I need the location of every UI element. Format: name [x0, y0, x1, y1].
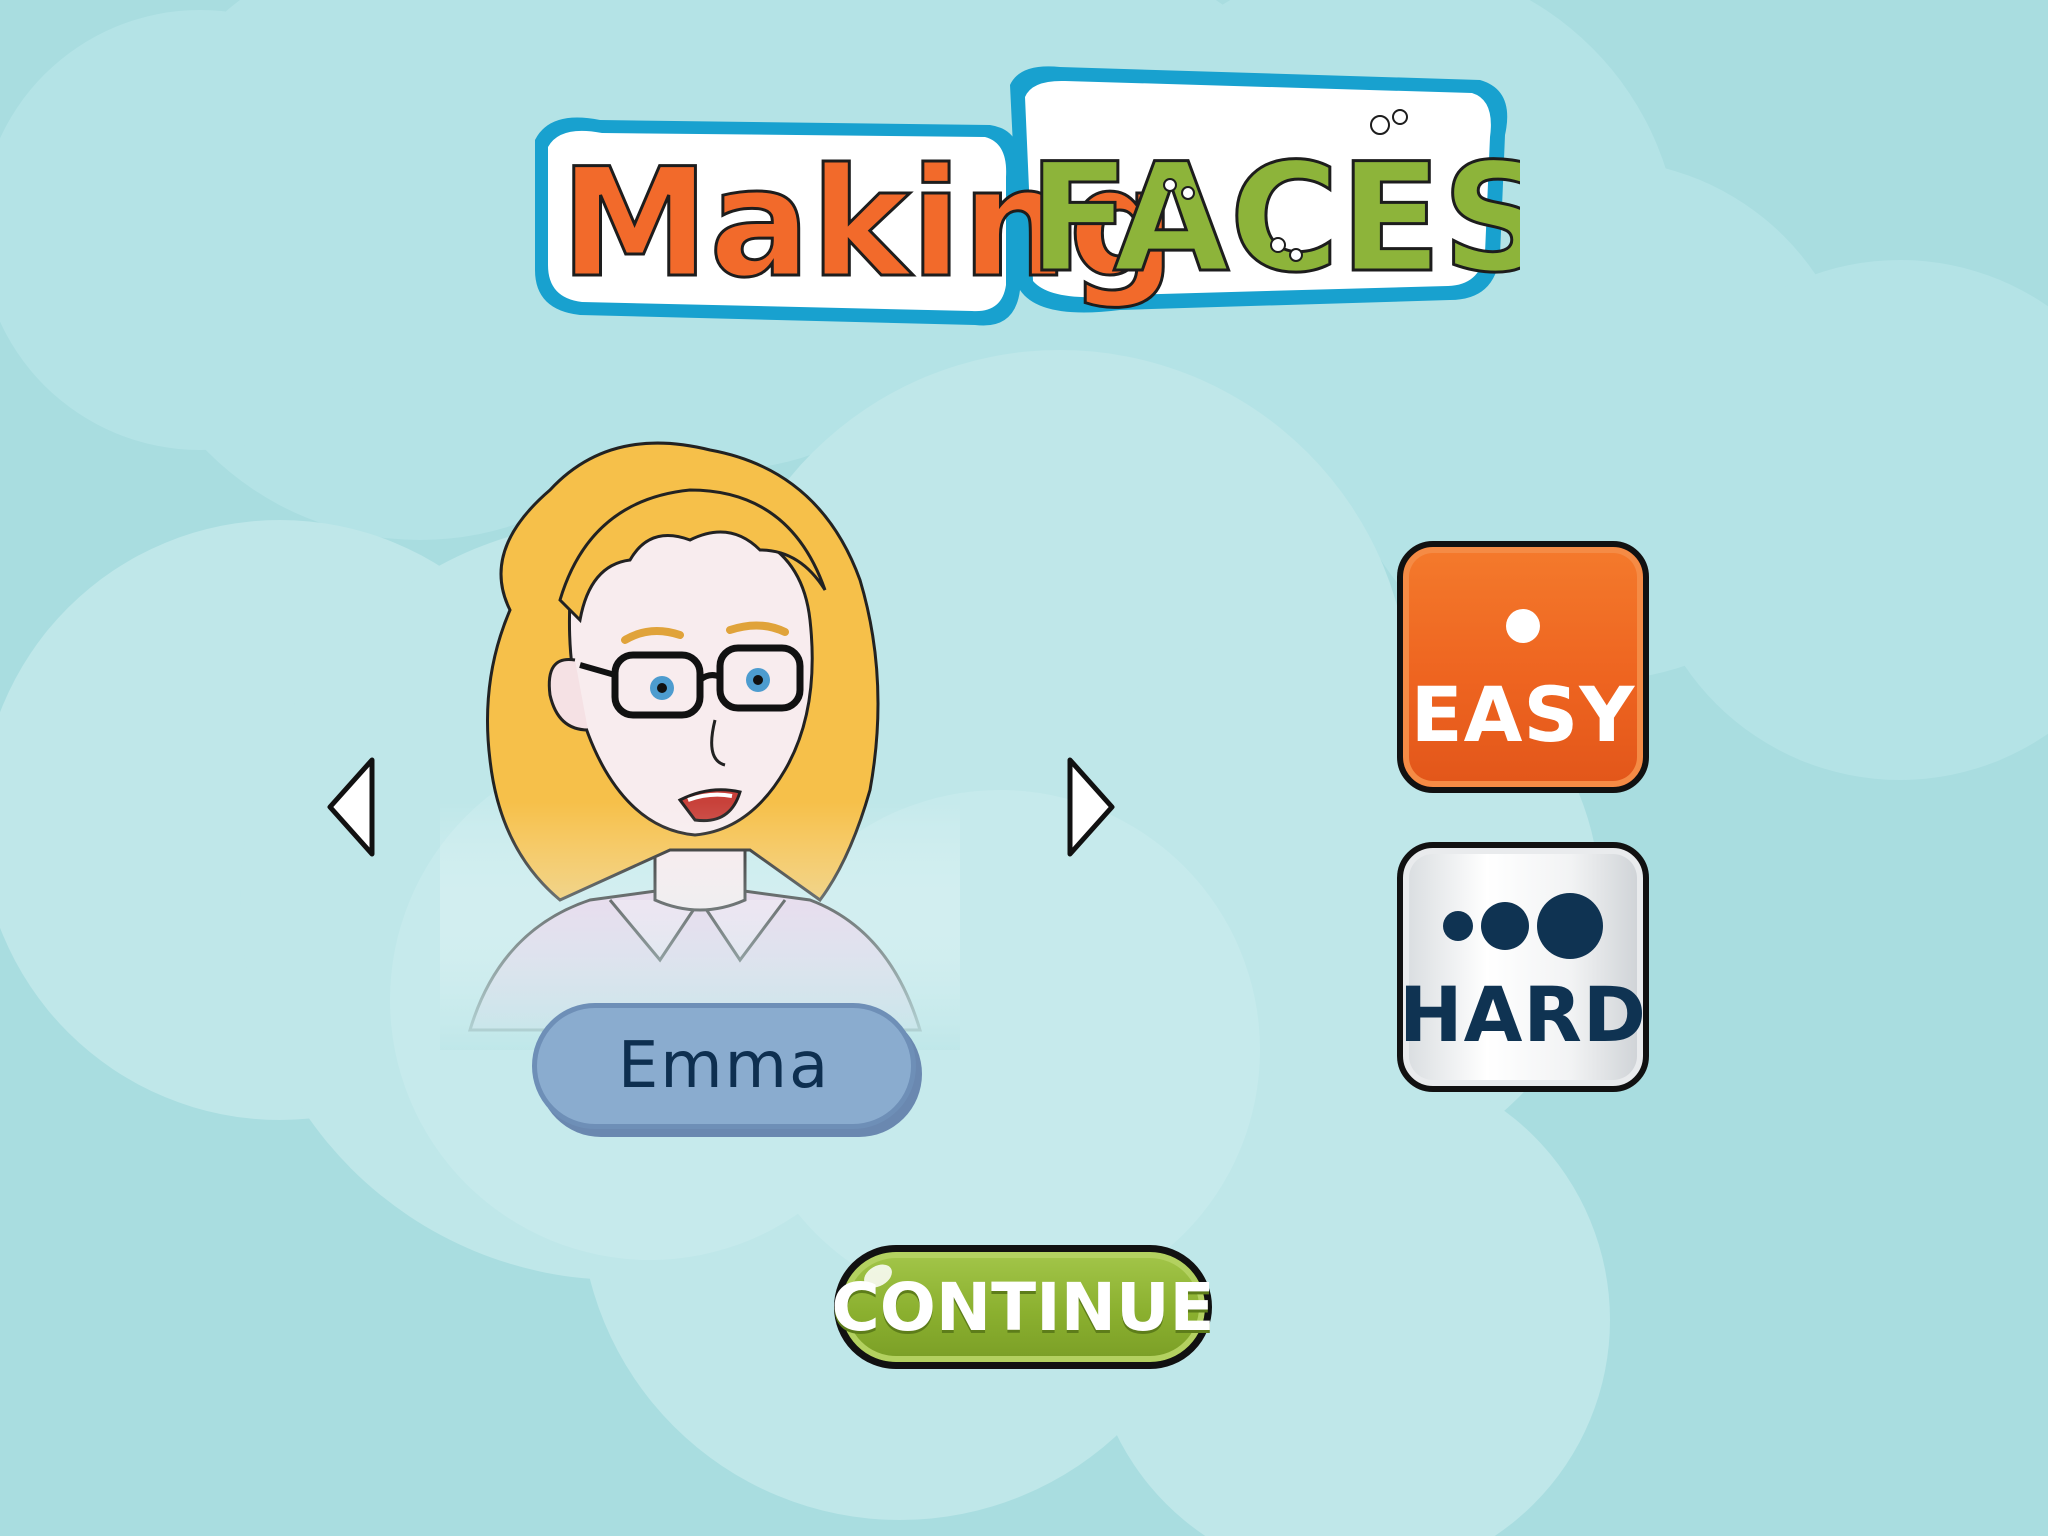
easy-dot-icon [1506, 581, 1540, 671]
continue-button[interactable]: CONTINUE [831, 1245, 1215, 1369]
hard-label: HARD [1398, 970, 1648, 1059]
easy-difficulty-button[interactable]: EASY [1397, 541, 1649, 793]
continue-label: CONTINUE [831, 1268, 1215, 1346]
easy-label: EASY [1410, 670, 1636, 759]
hard-dots-icon [1439, 881, 1607, 971]
previous-character-button[interactable] [322, 752, 382, 862]
triangle-left-icon [327, 757, 375, 857]
triangle-right-icon [1067, 757, 1115, 857]
character-portrait [440, 430, 960, 1050]
making-faces-logo: Making FACES [520, 55, 1551, 355]
character-name-text: Emma [617, 1029, 831, 1103]
hard-difficulty-button[interactable]: HARD [1397, 842, 1649, 1092]
character-name-label: Emma [532, 1003, 916, 1129]
logo-faces-text: FACES [1028, 132, 1520, 306]
next-character-button[interactable] [1060, 752, 1120, 862]
